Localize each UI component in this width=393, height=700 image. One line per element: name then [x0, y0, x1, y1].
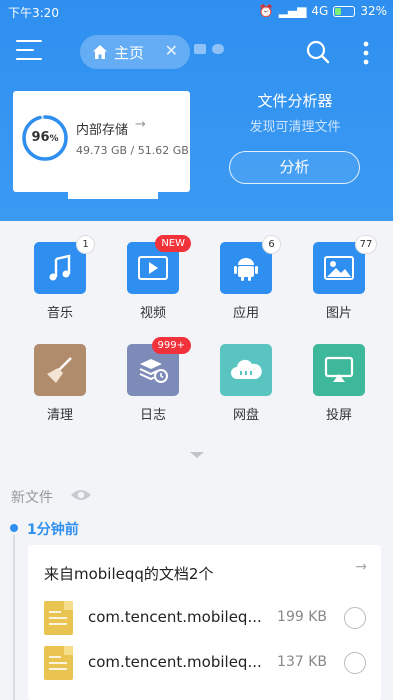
storage-title: 内部存储 — [76, 123, 129, 138]
badge: 77 — [355, 235, 377, 254]
category-label: 视频 — [139, 306, 166, 321]
category-4[interactable]: 77 图片 — [299, 235, 379, 321]
section-title: 新文件 — [11, 490, 53, 506]
arrow-right-icon: → — [135, 117, 146, 132]
battery-level: 32% — [360, 4, 387, 18]
badge: 999+ — [151, 337, 191, 354]
analyzer-subtitle: 发现可清理文件 — [249, 120, 341, 135]
header-banner: 下午3:20 ⏰ ▂▄▆ 4G 32% 主页 ✕ 96% 内部存储 → 49.7… — [0, 0, 393, 221]
category-2[interactable]: NEW 视频 — [113, 235, 193, 321]
log-icon: 999+ — [127, 337, 191, 396]
battery-icon — [333, 5, 356, 17]
category-label: 音乐 — [46, 306, 73, 321]
image-icon: 77 — [313, 235, 377, 294]
status-time: 下午3:20 — [8, 6, 59, 20]
analyzer-title: 文件分析器 — [257, 92, 333, 110]
file-size: 199 KB — [277, 609, 327, 625]
broom-icon — [34, 344, 86, 396]
category-3[interactable]: 6 应用 — [206, 235, 286, 321]
cloud-icon — [220, 344, 272, 396]
alarm-icon: ⏰ — [258, 4, 274, 18]
category-label: 投屏 — [325, 408, 352, 423]
music-note-icon: 1 — [34, 235, 95, 294]
timeline-line — [13, 535, 15, 700]
cloud-mini-icon — [212, 44, 224, 54]
signal-icon: ▂▄▆ — [278, 4, 307, 18]
home-icon — [93, 45, 107, 59]
badge: 1 — [76, 235, 95, 254]
category-6[interactable]: 999+ 日志 — [113, 337, 193, 423]
badge: NEW — [155, 235, 191, 252]
video-icon: NEW — [127, 235, 191, 294]
arrow-right-icon[interactable]: → — [355, 559, 367, 575]
file-name: com.tencent.mobileq... — [88, 608, 262, 626]
more-options-icon[interactable] — [360, 40, 372, 66]
category-label: 清理 — [46, 408, 73, 423]
menu-icon[interactable] — [16, 40, 42, 64]
status-bar: 下午3:20 ⏰ ▂▄▆ 4G 32% — [0, 0, 393, 24]
tab-home[interactable]: 主页 ✕ — [80, 35, 190, 69]
time-label: 1分钟前 — [27, 522, 79, 538]
storage-percent: 96% — [31, 130, 59, 145]
android-icon: 6 — [220, 235, 281, 294]
timeline-dot — [10, 524, 18, 532]
file-group-card[interactable]: 来自mobileqq的文档2个 → com.tencent.mobileq...… — [28, 545, 381, 700]
expand-arrow-icon[interactable] — [190, 452, 204, 458]
storage-card[interactable]: 96% 内部存储 → 49.73 GB / 51.62 GB — [13, 91, 190, 199]
eye-icon[interactable] — [70, 488, 92, 502]
file-row[interactable]: com.tencent.mobileq... 137 KB — [28, 642, 381, 686]
tab-indicators — [194, 44, 224, 54]
select-radio[interactable] — [344, 607, 366, 629]
file-size: 137 KB — [277, 654, 327, 670]
category-5[interactable]: 清理 — [20, 344, 100, 423]
tab-label: 主页 — [114, 43, 145, 62]
analyze-button[interactable]: 分析 — [229, 151, 360, 184]
document-icon — [44, 646, 73, 680]
document-icon — [44, 601, 73, 635]
file-row[interactable]: com.tencent.mobileq... 199 KB — [28, 597, 381, 641]
select-radio[interactable] — [344, 652, 366, 674]
category-7[interactable]: 网盘 — [206, 344, 286, 423]
status-icons: ⏰ ▂▄▆ 4G 32% — [259, 4, 387, 18]
category-label: 网盘 — [232, 408, 259, 423]
category-1[interactable]: 1 音乐 — [20, 235, 100, 321]
chat-icon — [194, 44, 206, 54]
cast-icon — [313, 344, 365, 396]
file-name: com.tencent.mobileq... — [88, 653, 262, 671]
close-icon[interactable]: ✕ — [165, 41, 178, 60]
category-label: 应用 — [232, 306, 259, 321]
network-type: 4G — [311, 4, 329, 18]
group-title: 来自mobileqq的文档2个 — [44, 565, 214, 583]
category-label: 图片 — [325, 306, 352, 321]
search-icon[interactable] — [306, 40, 330, 64]
category-label: 日志 — [139, 408, 166, 423]
storage-size: 49.73 GB / 51.62 GB — [76, 144, 189, 157]
category-8[interactable]: 投屏 — [299, 344, 379, 423]
badge: 6 — [262, 235, 281, 254]
